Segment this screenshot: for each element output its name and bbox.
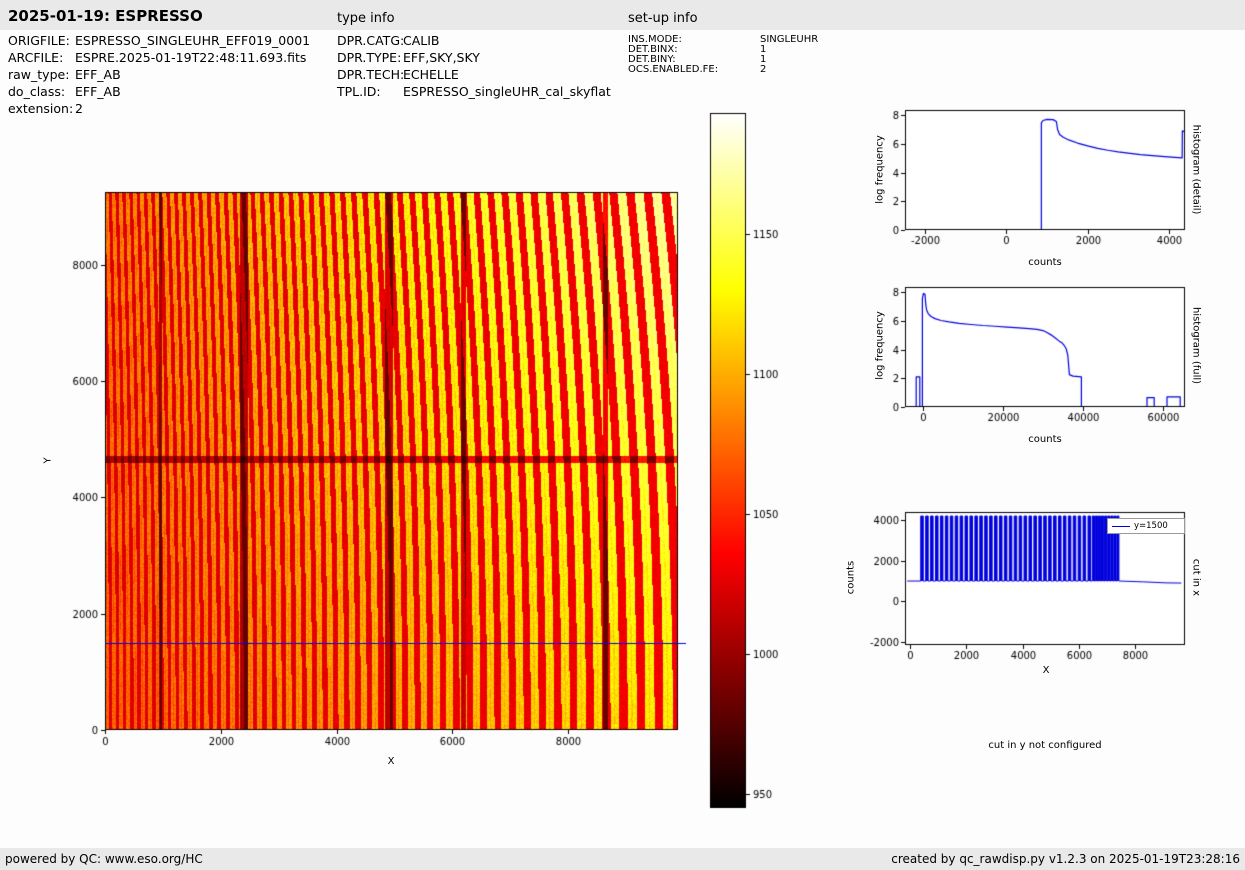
footer-bar: powered by QC: www.eso.org/HC created by…: [0, 848, 1245, 870]
type-info-row: TPL.ID:ESPRESSO_singleUHR_cal_skyflat: [337, 84, 611, 101]
field-label: TPL.ID:: [337, 84, 403, 99]
raw-frame-image: [48, 185, 696, 775]
file-info-row: ORIGFILE:ESPRESSO_SINGLEUHR_EFF019_0001: [8, 33, 310, 50]
hist-detail-xlabel: counts: [1000, 257, 1090, 268]
hist-detail-ylabel: log frequency: [875, 125, 886, 215]
field-label: raw_type:: [8, 67, 75, 82]
cut-side-label: cut in x: [1191, 528, 1202, 628]
setup-info-row: DET.BINX:1: [628, 44, 818, 54]
setup-info-row: INS.MODE:SINGLEUHR: [628, 34, 818, 44]
main-ylabel: Y: [43, 451, 54, 471]
legend-label: y=1500: [1134, 521, 1168, 531]
setup-info-heading: set-up info: [628, 11, 698, 26]
field-value: ESPRESSO_SINGLEUHR_EFF019_0001: [75, 33, 310, 48]
hist-full-side-label: histogram (full): [1191, 296, 1202, 396]
cut-xlabel: X: [1038, 665, 1054, 676]
setup-info-row: DET.BINY:1: [628, 54, 818, 64]
cut-ylabel: counts: [846, 533, 857, 623]
colorbar: [708, 110, 798, 812]
type-info-heading: type info: [337, 11, 395, 26]
file-info-row: do_class:EFF_AB: [8, 84, 310, 101]
file-info-row: extension:2: [8, 101, 310, 118]
histogram-full-plot: [858, 273, 1203, 423]
footer-created-by: created by qc_rawdisp.py v1.2.3 on 2025-…: [891, 848, 1240, 870]
field-value: ECHELLE: [403, 67, 459, 82]
hist-full-ylabel: log frequency: [875, 301, 886, 391]
field-label: DPR.TYPE:: [337, 50, 403, 65]
field-value: ESPRE.2025-01-19T22:48:11.693.fits: [75, 50, 306, 65]
field-value: 2: [75, 101, 83, 116]
hist-detail-side-label: histogram (detail): [1191, 120, 1202, 220]
field-label: extension:: [8, 101, 75, 116]
main-xlabel: X: [383, 756, 399, 767]
type-info-row: DPR.TECH:ECHELLE: [337, 67, 611, 84]
type-info-block: DPR.CATG:CALIB DPR.TYPE:EFF,SKY,SKY DPR.…: [337, 33, 611, 101]
qc-report-page: 2025-01-19: ESPRESSO type info set-up in…: [0, 0, 1245, 870]
cut-legend: y=1500: [1107, 518, 1185, 534]
field-label: OCS.ENABLED.FE:: [628, 64, 760, 75]
setup-info-block: INS.MODE:SINGLEUHR DET.BINX:1 DET.BINY:1…: [628, 34, 818, 74]
file-info-row: ARCFILE:ESPRE.2025-01-19T22:48:11.693.fi…: [8, 50, 310, 67]
cut-in-y-note: cut in y not configured: [945, 740, 1145, 751]
type-info-row: DPR.CATG:CALIB: [337, 33, 611, 50]
legend-line-sample: [1112, 526, 1130, 527]
field-value: ESPRESSO_singleUHR_cal_skyflat: [403, 84, 611, 99]
field-value: EFF_AB: [75, 67, 121, 82]
field-label: ORIGFILE:: [8, 33, 75, 48]
file-info-block: ORIGFILE:ESPRESSO_SINGLEUHR_EFF019_0001 …: [8, 33, 310, 118]
field-label: DPR.TECH:: [337, 67, 403, 82]
field-value: EFF_AB: [75, 84, 121, 99]
hist-full-xlabel: counts: [1000, 434, 1090, 445]
field-value: CALIB: [403, 33, 440, 48]
footer-qc-link[interactable]: powered by QC: www.eso.org/HC: [5, 848, 203, 870]
field-value: EFF,SKY,SKY: [403, 50, 480, 65]
field-label: ARCFILE:: [8, 50, 75, 65]
field-value: 2: [760, 64, 766, 75]
field-value: SINGLEUHR: [760, 34, 818, 45]
page-title: 2025-01-19: ESPRESSO: [8, 7, 203, 25]
type-info-row: DPR.TYPE:EFF,SKY,SKY: [337, 50, 611, 67]
field-label: DPR.CATG:: [337, 33, 403, 48]
histogram-detail-plot: [858, 96, 1203, 246]
file-info-row: raw_type:EFF_AB: [8, 67, 310, 84]
field-label: do_class:: [8, 84, 75, 99]
setup-info-row: OCS.ENABLED.FE:2: [628, 64, 818, 74]
